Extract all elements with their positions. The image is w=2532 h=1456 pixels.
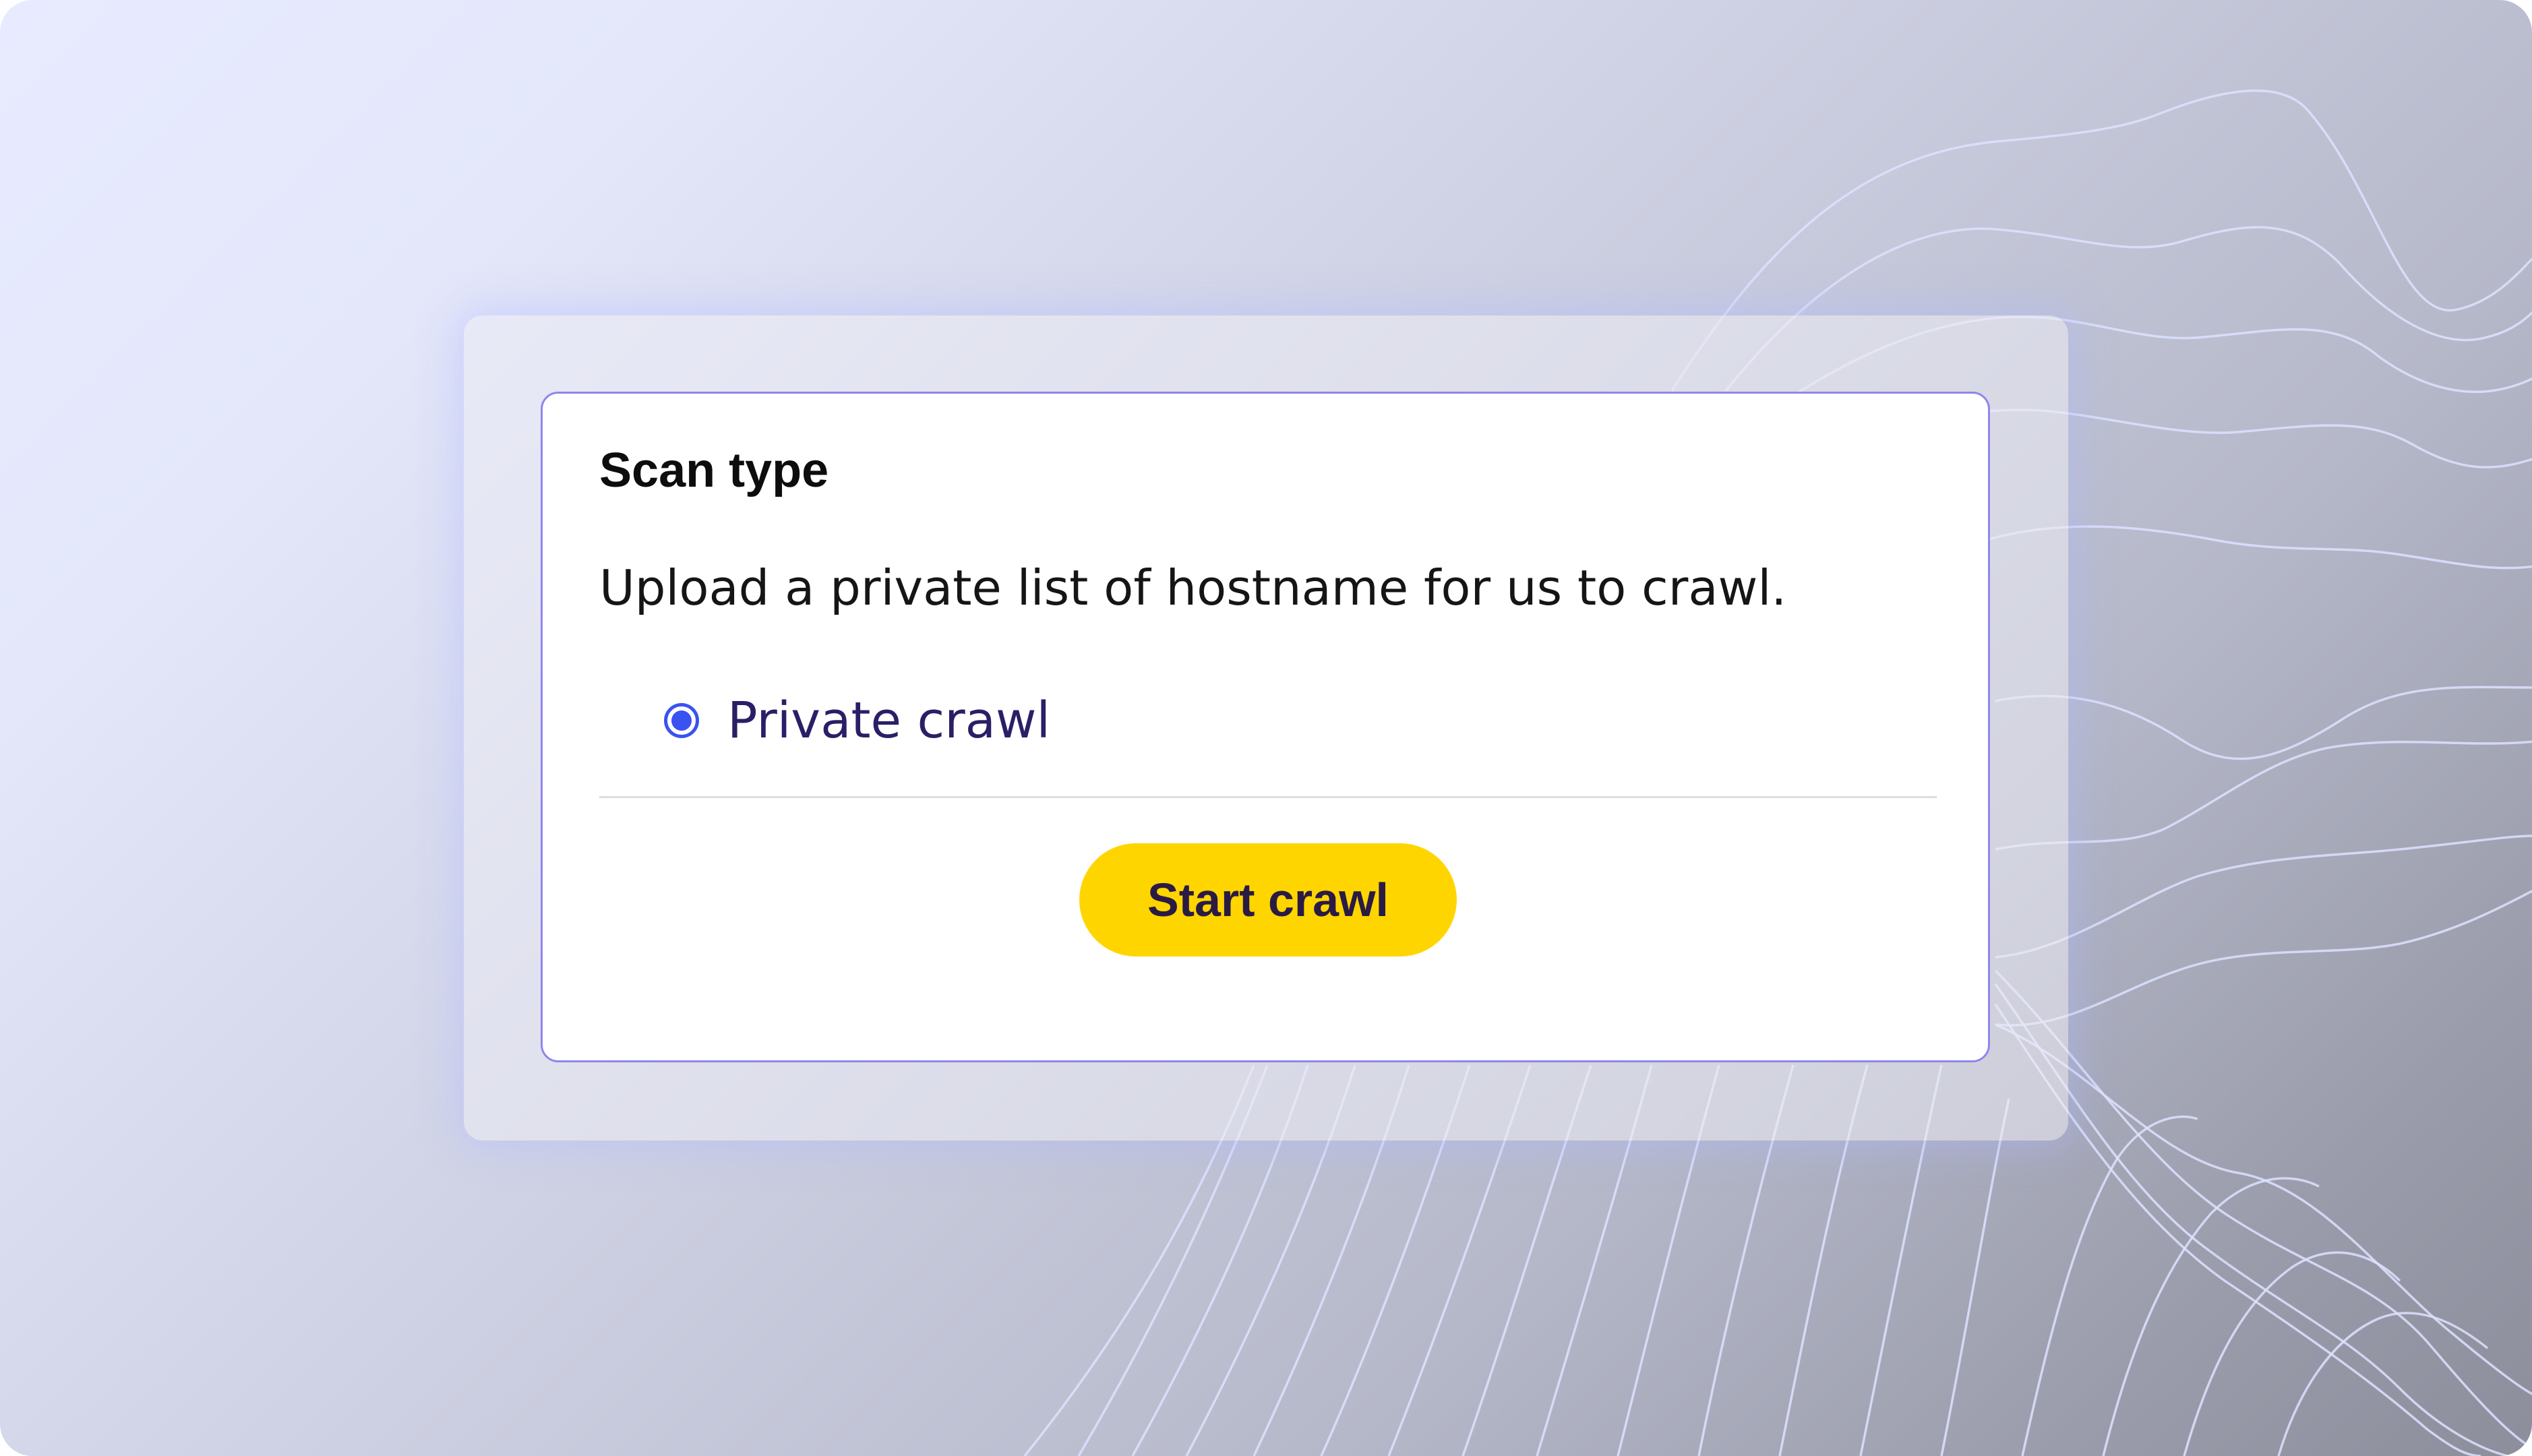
radio-selected-icon[interactable] bbox=[664, 703, 699, 738]
private-crawl-option[interactable]: Private crawl bbox=[664, 690, 1050, 751]
scan-type-card: Scan type Upload a private list of hostn… bbox=[541, 392, 1990, 1062]
start-crawl-button[interactable]: Start crawl bbox=[1079, 843, 1457, 957]
divider bbox=[599, 796, 1937, 798]
scan-type-description: Upload a private list of hostname for us… bbox=[599, 559, 1787, 616]
private-crawl-label[interactable]: Private crawl bbox=[727, 696, 1050, 746]
scan-type-heading: Scan type bbox=[599, 444, 829, 497]
radio-dot bbox=[671, 710, 692, 731]
background-canvas: Scan type Upload a private list of hostn… bbox=[0, 0, 2532, 1456]
